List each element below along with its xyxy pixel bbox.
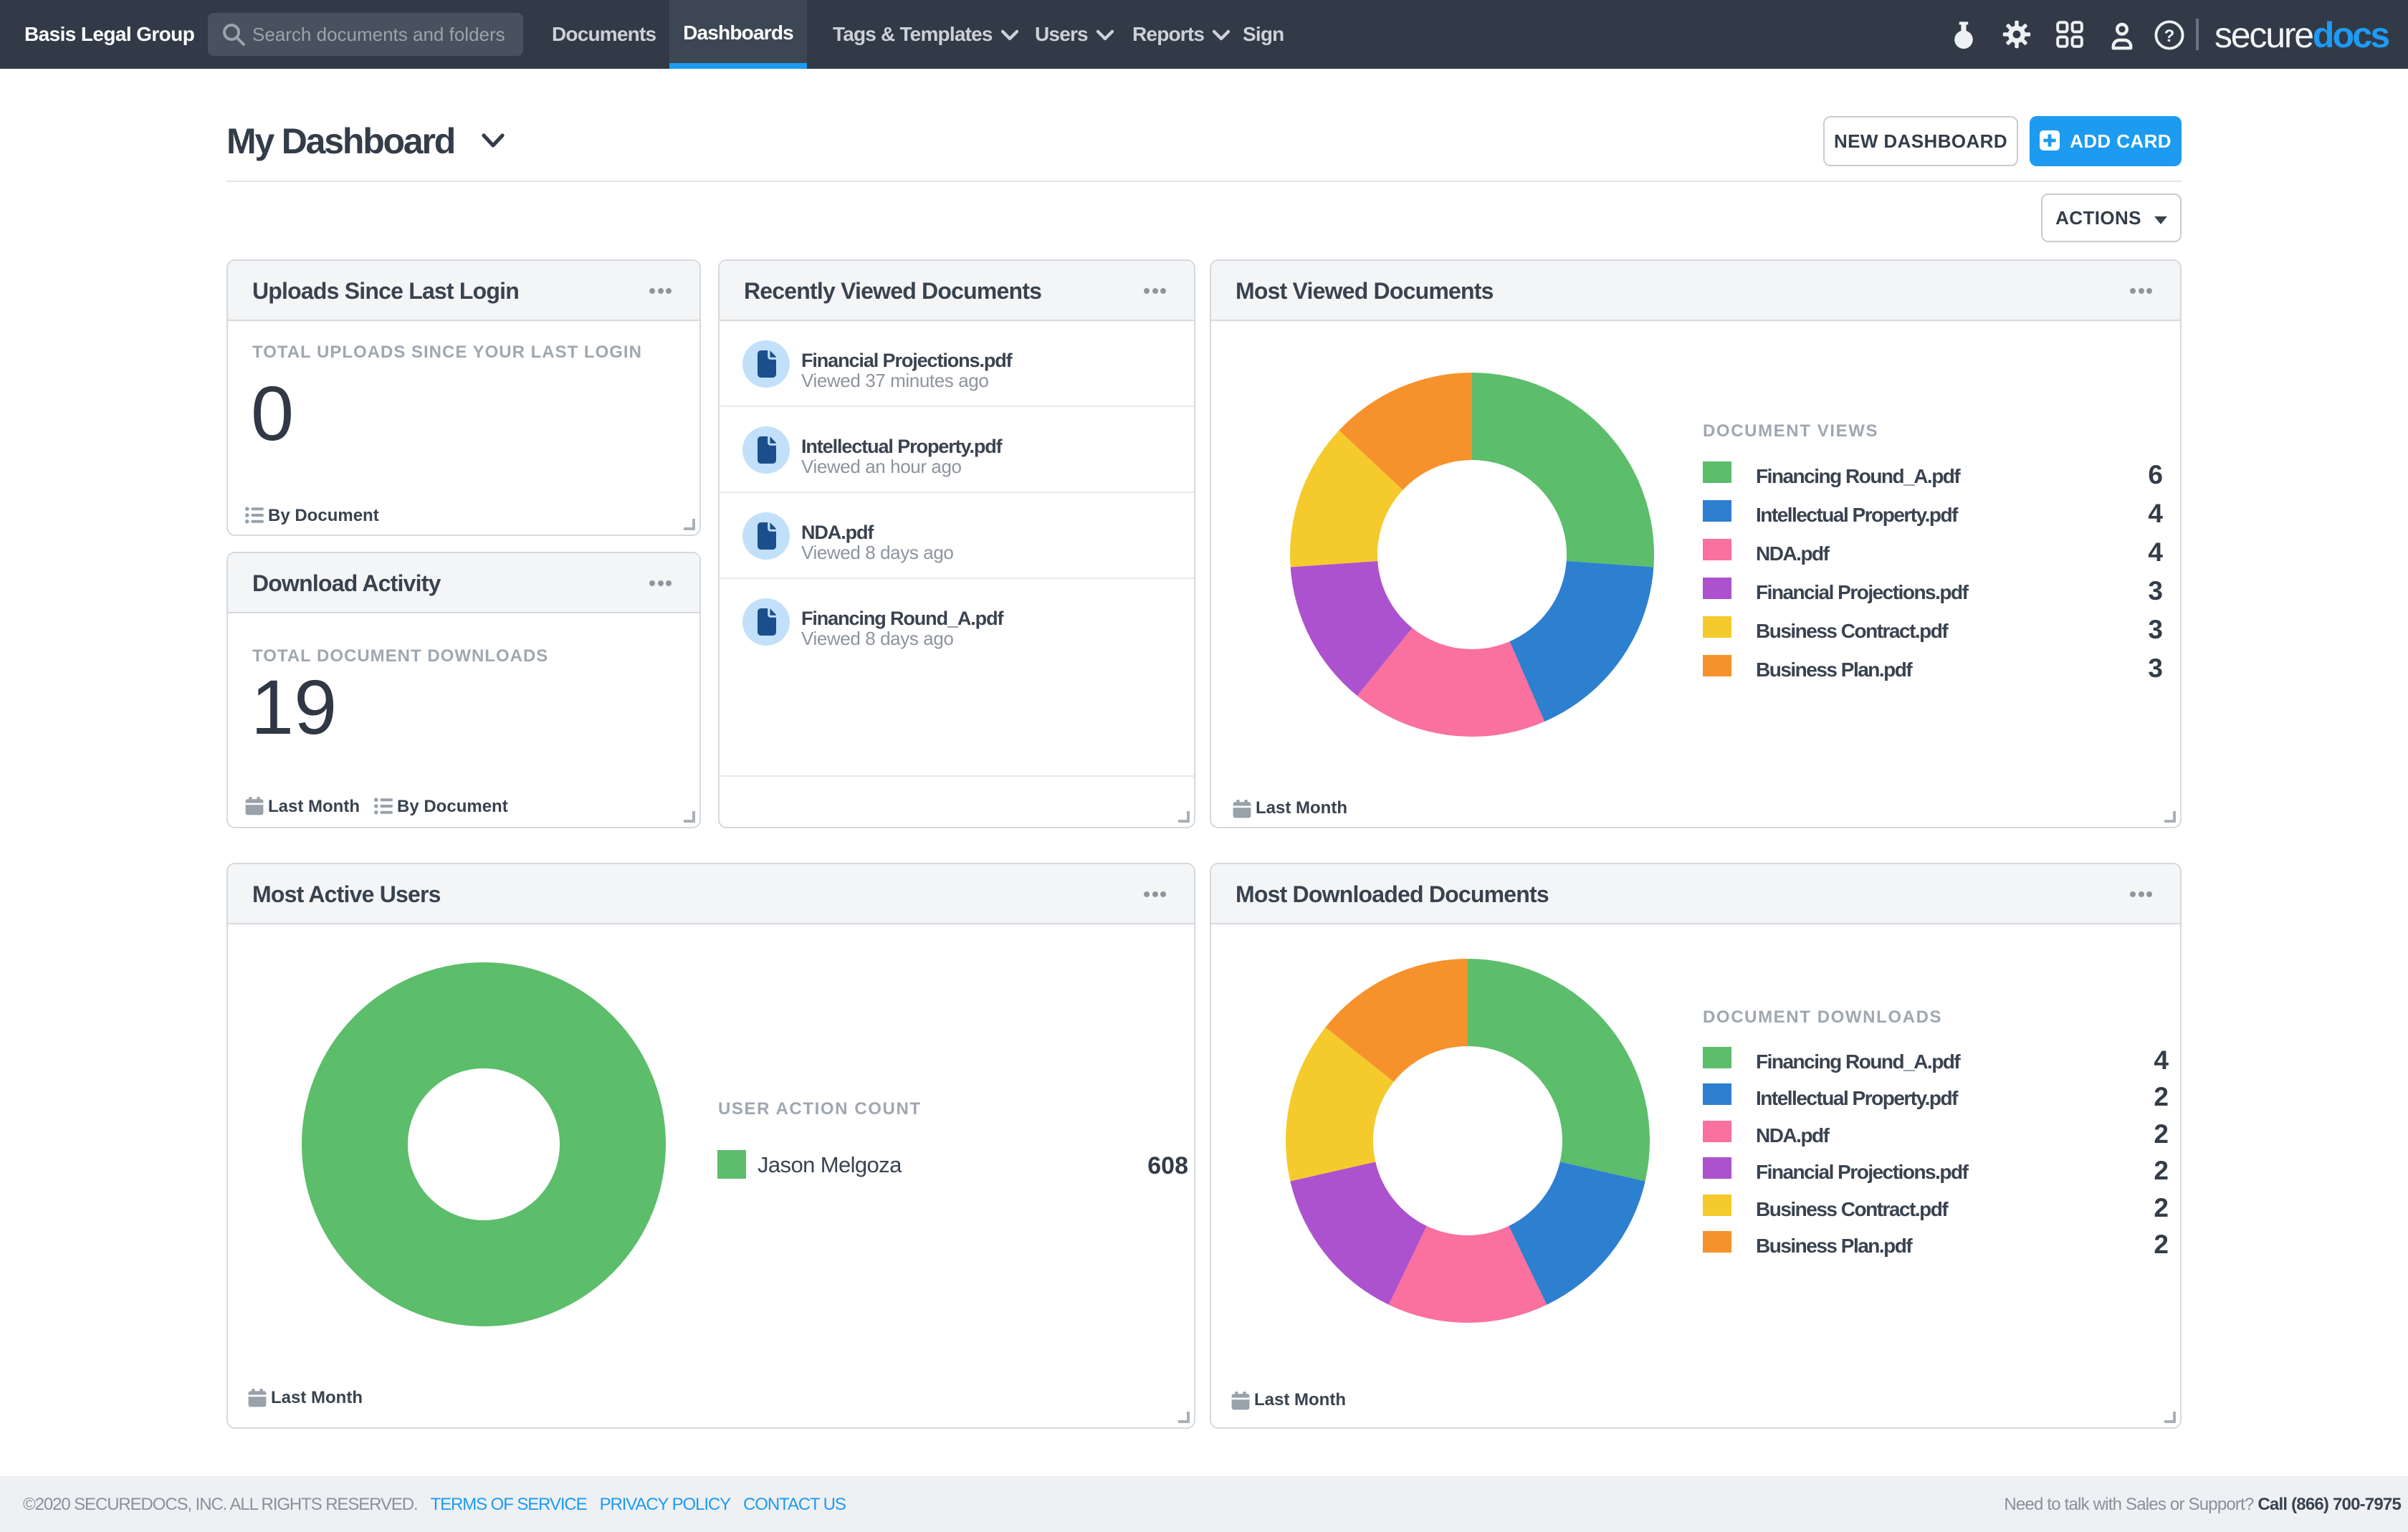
- svg-text:?: ?: [2164, 27, 2175, 46]
